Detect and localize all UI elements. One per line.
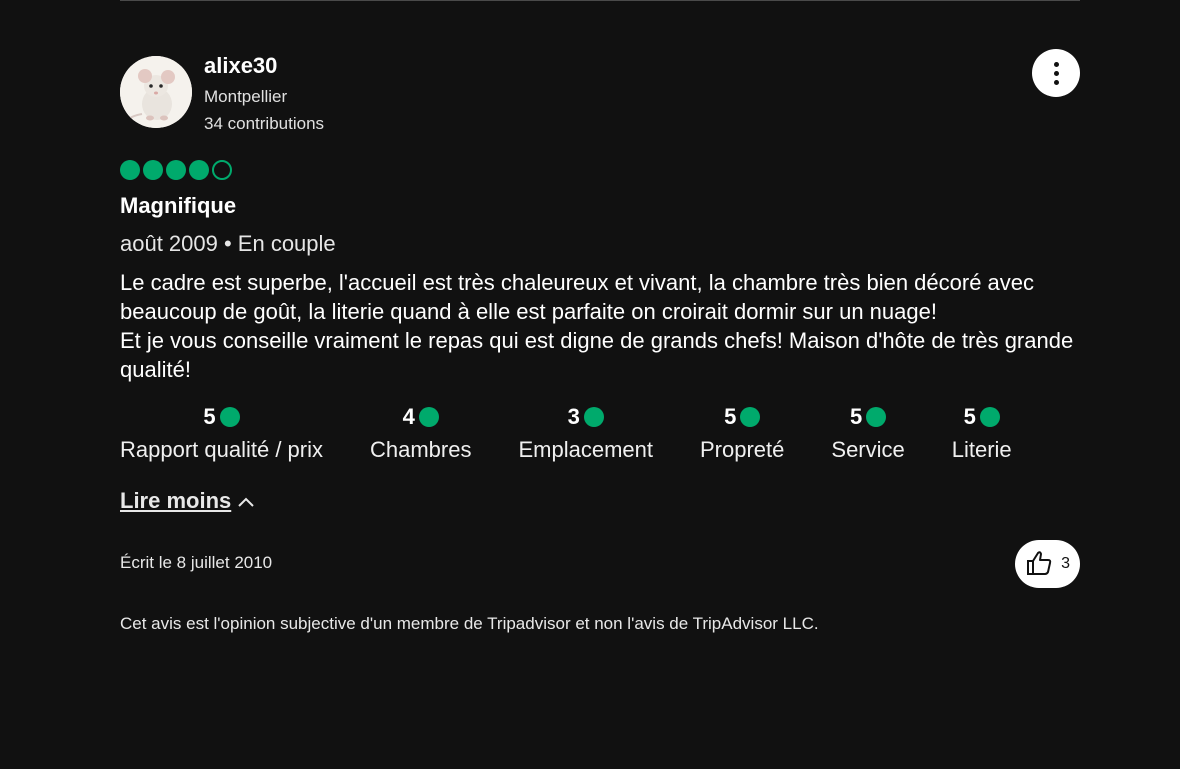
mouse-avatar-icon bbox=[120, 56, 192, 128]
sub-rating: 3 Emplacement bbox=[518, 402, 653, 468]
author-row: alixe30 Montpellier 34 contributions bbox=[120, 49, 1080, 139]
sub-ratings: 5 Rapport qualité / prix 4 Chambres 3 Emplace… bbox=[120, 402, 1080, 478]
sub-rating-value-row: 3 bbox=[568, 402, 604, 432]
rating-bubble-icon bbox=[418, 407, 439, 427]
sub-rating-value-row: 5 bbox=[203, 402, 240, 432]
rating-bubble-filled bbox=[166, 160, 186, 180]
rating-bubble-filled bbox=[189, 160, 209, 180]
sub-rating-value-row: 4 bbox=[403, 402, 439, 432]
sub-rating-label: Propreté bbox=[700, 437, 785, 462]
rating-bubble-icon bbox=[979, 407, 1000, 427]
sub-rating-value-row: 5 bbox=[724, 402, 761, 432]
sub-rating: 5 Literie bbox=[952, 402, 1012, 468]
rating-bubble-icon bbox=[866, 407, 887, 427]
review-body: Le cadre est superbe, l'accueil est très… bbox=[120, 270, 1074, 382]
sub-rating-label: Literie bbox=[951, 437, 1012, 462]
sub-rating-value: 4 bbox=[402, 404, 415, 429]
rating-bubble-icon bbox=[583, 407, 604, 427]
read-less-label: Lire moins bbox=[120, 488, 232, 513]
sub-rating-label: Chambres bbox=[370, 437, 472, 462]
author-info: alixe30 Montpellier 34 contributions bbox=[204, 49, 324, 137]
author-contributions: 34 contributions bbox=[204, 114, 325, 133]
review-card: alixe30 Montpellier 34 contributions Mag… bbox=[120, 49, 1080, 634]
sub-rating-value: 5 bbox=[203, 404, 216, 429]
review-footer: Écrit le 8 juillet 2010 3 bbox=[120, 540, 1080, 590]
sub-rating: 5 Rapport qualité / prix bbox=[120, 402, 323, 468]
divider bbox=[120, 0, 1080, 1]
rating-bubbles bbox=[120, 158, 1080, 182]
review-title: Magnifique bbox=[120, 193, 237, 218]
sub-rating-label: Service bbox=[831, 437, 905, 462]
author-location: Montpellier bbox=[204, 87, 288, 106]
sub-rating-value-row: 5 bbox=[849, 402, 887, 432]
review-date-type: août 2009 • En couple bbox=[120, 231, 336, 256]
sub-rating-value-row: 5 bbox=[964, 402, 1000, 432]
rating-bubble-icon bbox=[219, 407, 240, 427]
sub-rating-label: Emplacement bbox=[518, 437, 653, 462]
sub-rating-value: 5 bbox=[849, 404, 863, 429]
rating-bubble-icon bbox=[740, 407, 761, 427]
sub-rating-value: 5 bbox=[724, 404, 737, 429]
disclaimer: Cet avis est l'opinion subjective d'un m… bbox=[120, 614, 819, 633]
sub-rating-value: 3 bbox=[567, 404, 580, 429]
thumbs-up-icon bbox=[1025, 550, 1053, 579]
sub-rating-value: 5 bbox=[963, 404, 976, 429]
read-less-link[interactable]: Lire moins bbox=[120, 488, 255, 514]
review-page: alixe30 Montpellier 34 contributions Mag… bbox=[0, 0, 1180, 769]
rating-bubble-empty bbox=[212, 160, 232, 180]
sub-rating: 5 Propreté bbox=[700, 402, 784, 468]
author-name[interactable]: alixe30 bbox=[204, 49, 324, 83]
more-vertical-icon bbox=[1053, 61, 1059, 85]
sub-rating-label: Rapport qualité / prix bbox=[120, 437, 323, 462]
sub-rating: 4 Chambres bbox=[370, 402, 471, 468]
rating-bubble-filled bbox=[143, 160, 163, 180]
more-options-button[interactable] bbox=[1032, 49, 1080, 97]
written-date: Écrit le 8 juillet 2010 bbox=[120, 553, 273, 572]
avatar[interactable] bbox=[120, 56, 192, 128]
chevron-up-icon bbox=[237, 488, 255, 514]
helpful-count: 3 bbox=[1061, 555, 1070, 572]
rating-bubble-filled bbox=[120, 160, 140, 180]
sub-rating: 5 Service bbox=[831, 402, 904, 468]
helpful-button[interactable]: 3 bbox=[1015, 540, 1080, 588]
